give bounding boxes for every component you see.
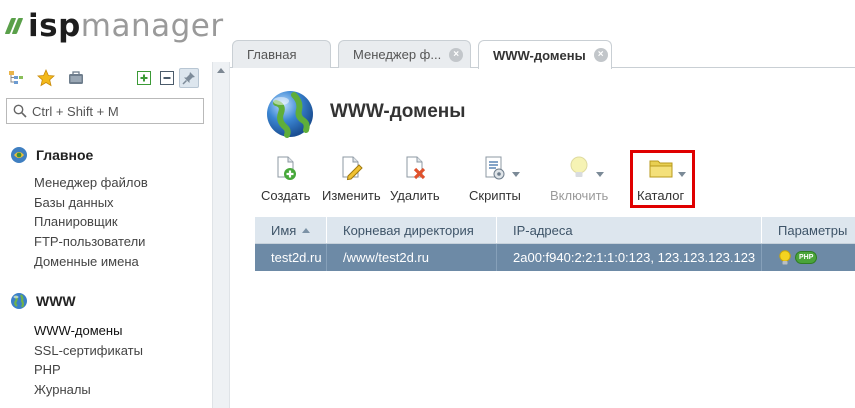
create-label: Создать [261,188,311,203]
menu-item-domain-names[interactable]: Доменные имена [34,252,148,272]
www-domains-table: Имя Корневая директория IP-адреса Параме… [255,217,855,271]
table-row[interactable]: test2d.ru /www/test2d.ru 2a00:f940:2:2:1… [255,244,855,271]
logo-text-manager: manager [80,8,224,44]
tab-www-domains-label: WWW-домены [493,47,586,63]
tab-file-manager[interactable]: Менеджер ф... × [338,40,471,68]
menu-item-file-manager[interactable]: Менеджер файлов [34,173,148,193]
menu-item-databases[interactable]: Базы данных [34,193,148,213]
column-header-root-label: Корневая директория [343,222,474,238]
scripts-label: Скрипты [469,188,521,203]
tab-bar: Главная Менеджер ф... × WWW-домены × [230,40,855,69]
cell-root-directory: /www/test2d.ru [327,244,497,271]
menu-group-www[interactable]: WWW [10,292,76,310]
delete-document-icon [402,155,428,181]
logo-mark-icon [4,18,24,34]
column-header-name-label: Имя [271,222,297,238]
logo-text-isp: isp [28,8,81,44]
menu-item-ssl-certificates[interactable]: SSL-сертификаты [34,341,143,361]
chevron-down-icon [596,172,605,177]
page-title: WWW-домены [330,101,466,122]
delete-button[interactable]: Удалить [390,155,440,205]
menu-list-www: WWW-домены SSL-сертификаты PHP Журналы [34,321,143,400]
edit-button[interactable]: Изменить [322,155,381,205]
sidebar-search[interactable] [6,98,204,124]
chevron-down-icon [511,172,520,177]
column-header-name[interactable]: Имя [255,217,327,243]
php-badge-icon: PHP [795,251,818,264]
tree-view-icon[interactable] [6,68,26,88]
app-logo: ispmanager [4,8,224,44]
search-input[interactable] [32,103,200,119]
expand-all-icon[interactable] [134,68,154,88]
close-icon[interactable]: × [449,47,464,62]
enable-label: Включить [550,188,609,203]
scripts-icon [482,155,520,181]
menu-item-scheduler[interactable]: Планировщик [34,212,148,232]
pin-icon[interactable] [179,68,199,88]
edit-document-icon [338,155,364,181]
menu-item-ftp-users[interactable]: FTP-пользователи [34,232,148,252]
add-document-icon [273,155,299,181]
delete-label: Удалить [390,188,440,203]
sidebar: Главное Менеджер файлов Базы данных План… [0,62,212,408]
favorites-star-icon[interactable] [36,68,56,88]
create-button[interactable]: Создать [261,155,310,205]
column-header-root-directory[interactable]: Корневая директория [327,217,497,243]
edit-label: Изменить [322,188,381,203]
enable-button[interactable]: Включить [550,155,608,205]
collapse-caret-icon [217,68,225,73]
menu-group-www-label: WWW [36,293,76,309]
menu-list-main: Менеджер файлов Базы данных Планировщик … [34,173,148,271]
search-icon [13,104,27,118]
lightbulb-icon [566,155,605,181]
lightbulb-on-icon [779,249,791,264]
tab-home[interactable]: Главная [232,40,331,68]
tab-home-label: Главная [247,47,297,62]
scripts-button[interactable]: Скрипты [469,155,521,205]
menu-item-www-domains[interactable]: WWW-домены [34,321,143,341]
column-header-params-label: Параметры [778,222,848,238]
table-header: Имя Корневая директория IP-адреса Параме… [255,217,855,244]
main-group-icon [11,147,27,163]
catalog-highlight-frame [630,150,695,208]
sort-ascending-icon [302,227,311,233]
close-icon[interactable]: × [593,48,608,62]
globe-icon [267,91,313,138]
sidebar-toolbar [6,68,206,90]
cell-name: test2d.ru [255,244,327,271]
sidebar-collapse-bar[interactable] [212,62,230,408]
globe-icon [11,293,27,309]
menu-item-logs[interactable]: Журналы [34,380,143,400]
column-header-ip-addresses[interactable]: IP-адреса [497,217,762,243]
menu-group-main-label: Главное [36,147,94,163]
collapse-all-icon[interactable] [157,68,177,88]
briefcase-icon[interactable] [66,68,86,88]
menu-group-main[interactable]: Главное [10,146,93,164]
column-header-parameters[interactable]: Параметры [762,217,855,243]
menu-item-php[interactable]: PHP [34,360,143,380]
cell-parameters: PHP [762,244,855,271]
tab-www-domains[interactable]: WWW-домены × [478,40,612,69]
cell-ip-addresses: 2a00:f940:2:2:1:1:0:123, 123.123.123.123 [497,244,762,271]
column-header-ip-label: IP-адреса [513,222,573,238]
tab-file-manager-label: Менеджер ф... [353,47,442,62]
